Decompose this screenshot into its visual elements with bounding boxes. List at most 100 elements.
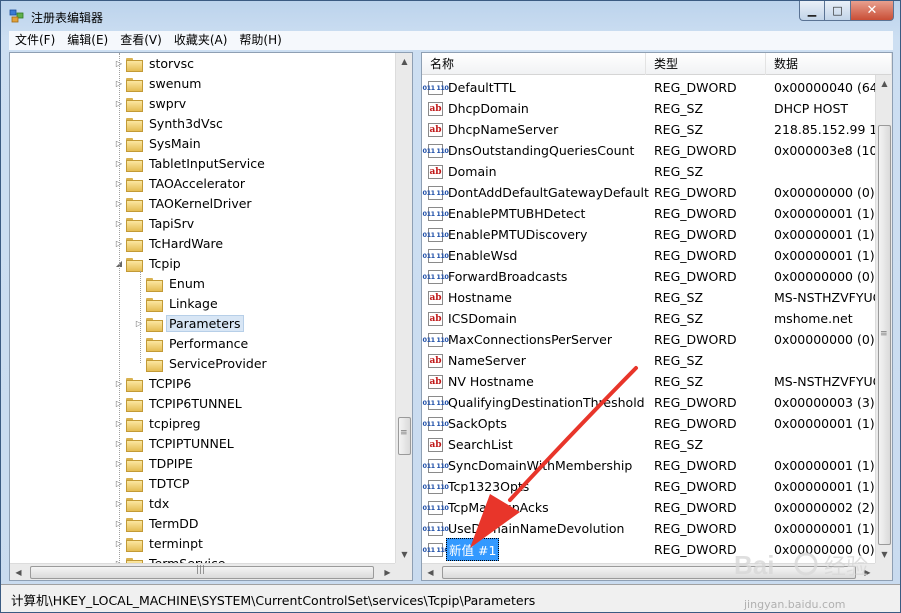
svg-text:经验: 经验	[824, 555, 868, 580]
values-list-pane[interactable]: 名称 类型 数据 011 110 DefaultTTL REG_DWORD 0x000…	[421, 52, 893, 581]
scroll-up-arrow-icon[interactable]: ▲	[876, 75, 893, 92]
tree-item-tdx[interactable]: ▷ tdx	[114, 493, 172, 513]
tree-item-storvsc[interactable]: ▷ storvsc	[114, 53, 197, 73]
value-row[interactable]: ab NV Hostname REG_SZ MS-NSTHZVFYUC	[422, 371, 876, 392]
menu-file[interactable]: 文件(F)	[9, 31, 61, 50]
tree-item-serviceprovider[interactable]: ServiceProvider	[134, 353, 270, 373]
tree-vertical-scrollbar[interactable]: ▲ ≡ ▼	[395, 53, 412, 563]
value-name: Hostname	[448, 290, 512, 305]
value-name-cell: 011 110 ForwardBroadcasts	[423, 268, 569, 285]
tree-item-tchardware[interactable]: ▷ TcHardWare	[114, 233, 226, 253]
tree-item-label: TAOKernelDriver	[149, 195, 252, 211]
value-name-cell: 011 110 新值 #1	[423, 538, 500, 561]
dword-value-icon: 011 110	[423, 248, 449, 263]
value-data: 0x00000003 (3)	[774, 395, 875, 410]
tree-item-enum[interactable]: Enum	[134, 273, 208, 293]
tree-item-tcpip6[interactable]: ▷ TCPIP6	[114, 373, 194, 393]
value-row[interactable]: ab Domain REG_SZ	[422, 161, 876, 182]
value-row[interactable]: 011 110 EnablePMTUBHDetect REG_DWORD 0x0000…	[422, 203, 876, 224]
scroll-left-arrow-icon[interactable]: ◀	[422, 564, 439, 581]
value-row[interactable]: 011 110 DnsOutstandingQueriesCount REG_DWO…	[422, 140, 876, 161]
value-row[interactable]: 011 110 ForwardBroadcasts REG_DWORD 0x00000…	[422, 266, 876, 287]
tree-item-taoaccelerator[interactable]: ▷ TAOAccelerator	[114, 173, 248, 193]
caption-buttons: ▁ □ ✕	[799, 1, 894, 22]
value-name-cell: 011 110 EnablePMTUDiscovery	[423, 226, 589, 243]
value-row[interactable]: 011 110 EnableWsd REG_DWORD 0x00000001 (1)	[422, 245, 876, 266]
tree-item-termdd[interactable]: ▷ TermDD	[114, 513, 202, 533]
value-row[interactable]: ab ICSDomain REG_SZ mshome.net	[422, 308, 876, 329]
value-row[interactable]: ab Hostname REG_SZ MS-NSTHZVFYUC	[422, 287, 876, 308]
tree-item-tdtcp[interactable]: ▷ TDTCP	[114, 473, 192, 493]
tree-item-sysmain[interactable]: ▷ SysMain	[114, 133, 204, 153]
tree-item-tcpiptunnel[interactable]: ▷ TCPIPTUNNEL	[114, 433, 237, 453]
scroll-down-arrow-icon[interactable]: ▼	[396, 546, 413, 563]
key-tree-pane[interactable]: ▷ storvsc ▷ swenum ▷ swprv Synth3dVsc ▷ SysMain ▷…	[9, 52, 413, 581]
scroll-left-arrow-icon[interactable]: ◀	[10, 564, 27, 581]
maximize-button[interactable]: □	[825, 1, 851, 21]
value-row[interactable]: 011 110 UseDomainNameDevolution REG_DWORD 0…	[422, 518, 876, 539]
tree-item-label: swenum	[149, 75, 202, 91]
tree-item-tapisrv[interactable]: ▷ TapiSrv	[114, 213, 197, 233]
tree-item-tcpip[interactable]: ◢ Tcpip	[114, 253, 184, 273]
value-type: REG_DWORD	[654, 395, 737, 410]
menu-edit[interactable]: 编辑(E)	[61, 31, 114, 50]
tree-item-label: Performance	[169, 335, 249, 351]
value-name-cell: 011 110 QualifyingDestinationThreshold	[423, 394, 647, 411]
column-header-type[interactable]: 类型	[646, 53, 766, 75]
menu-help[interactable]: 帮助(H)	[233, 31, 287, 50]
tree-item-tcpipreg[interactable]: ▷ tcpipreg	[114, 413, 204, 433]
scroll-corner	[395, 563, 412, 580]
value-row[interactable]: 011 110 MaxConnectionsPerServer REG_DWORD 0…	[422, 329, 876, 350]
watermark-url: jingyan.baidu.com	[744, 598, 846, 611]
value-row[interactable]: 011 110 EnablePMTUDiscovery REG_DWORD 0x000…	[422, 224, 876, 245]
tree-item-performance[interactable]: Performance	[134, 333, 251, 353]
tree-item-tdpipe[interactable]: ▷ TDPIPE	[114, 453, 196, 473]
tree-item-tabletinputservice[interactable]: ▷ TabletInputService	[114, 153, 268, 173]
menu-favorites[interactable]: 收藏夹(A)	[168, 31, 234, 50]
list-vertical-scrollbar[interactable]: ▲ ≡ ▼	[875, 75, 892, 563]
tree-item-synth3dvsc[interactable]: Synth3dVsc	[114, 113, 226, 133]
value-row[interactable]: ab DhcpNameServer REG_SZ 218.85.152.99 192	[422, 119, 876, 140]
column-header-data[interactable]: 数据	[766, 53, 892, 75]
menu-view[interactable]: 查看(V)	[114, 31, 168, 50]
value-row[interactable]: ab NameServer REG_SZ	[422, 350, 876, 371]
tree-horizontal-scrollbar[interactable]: ◀ ||| ▶	[10, 563, 396, 580]
tree-item-linkage[interactable]: Linkage	[134, 293, 221, 313]
folder-icon	[146, 277, 163, 292]
minimize-button[interactable]: ▁	[799, 1, 825, 21]
tree-item-terminpt[interactable]: ▷ terminpt	[114, 533, 206, 553]
tree-item-label: TCPIPTUNNEL	[149, 435, 234, 451]
value-name: DhcpNameServer	[448, 122, 559, 137]
value-row[interactable]: ab SearchList REG_SZ	[422, 434, 876, 455]
value-row[interactable]: 011 110 DontAddDefaultGatewayDefault REG_D…	[422, 182, 876, 203]
tree-item-termservice[interactable]: ▷ TermService	[114, 553, 229, 563]
close-button[interactable]: ✕	[851, 1, 894, 21]
tree-item-label: Tcpip	[149, 255, 181, 271]
value-row[interactable]: 011 110 Tcp1323Opts REG_DWORD 0x00000001 (1…	[422, 476, 876, 497]
tree-item-swenum[interactable]: ▷ swenum	[114, 73, 204, 93]
value-row[interactable]: ab DhcpDomain REG_SZ DHCP HOST	[422, 98, 876, 119]
expand-toggle-icon[interactable]: ▷	[134, 318, 144, 328]
value-row[interactable]: 011 110 TcpMaxDupAcks REG_DWORD 0x00000002 …	[422, 497, 876, 518]
value-row[interactable]: 011 110 SyncDomainWithMembership REG_DWORD…	[422, 455, 876, 476]
tree-item-taokerneldriver[interactable]: ▷ TAOKernelDriver	[114, 193, 255, 213]
tree-item-swprv[interactable]: ▷ swprv	[114, 93, 189, 113]
scroll-right-arrow-icon[interactable]: ▶	[379, 564, 396, 581]
column-header-name[interactable]: 名称	[422, 53, 646, 75]
value-name-cell: ab DhcpNameServer	[428, 121, 560, 138]
value-row[interactable]: 011 110 DefaultTTL REG_DWORD 0x00000040 (64…	[422, 77, 876, 98]
value-data: 0x00000002 (2)	[774, 500, 875, 515]
string-value-icon: ab	[428, 374, 443, 389]
tree-item-parameters[interactable]: ▷ Parameters	[134, 313, 244, 333]
value-row[interactable]: 011 110 SackOpts REG_DWORD 0x00000001 (1)	[422, 413, 876, 434]
value-row[interactable]: 011 110 QualifyingDestinationThreshold REG…	[422, 392, 876, 413]
folder-icon	[126, 537, 143, 552]
tree-item-label: ServiceProvider	[169, 355, 267, 371]
value-name: MaxConnectionsPerServer	[448, 332, 612, 347]
folder-icon	[126, 177, 143, 192]
scroll-up-arrow-icon[interactable]: ▲	[396, 53, 413, 70]
tree-item-tcpip6tunnel[interactable]: ▷ TCPIP6TUNNEL	[114, 393, 245, 413]
value-type: REG_DWORD	[654, 185, 737, 200]
value-data: 218.85.152.99 192	[774, 122, 876, 137]
